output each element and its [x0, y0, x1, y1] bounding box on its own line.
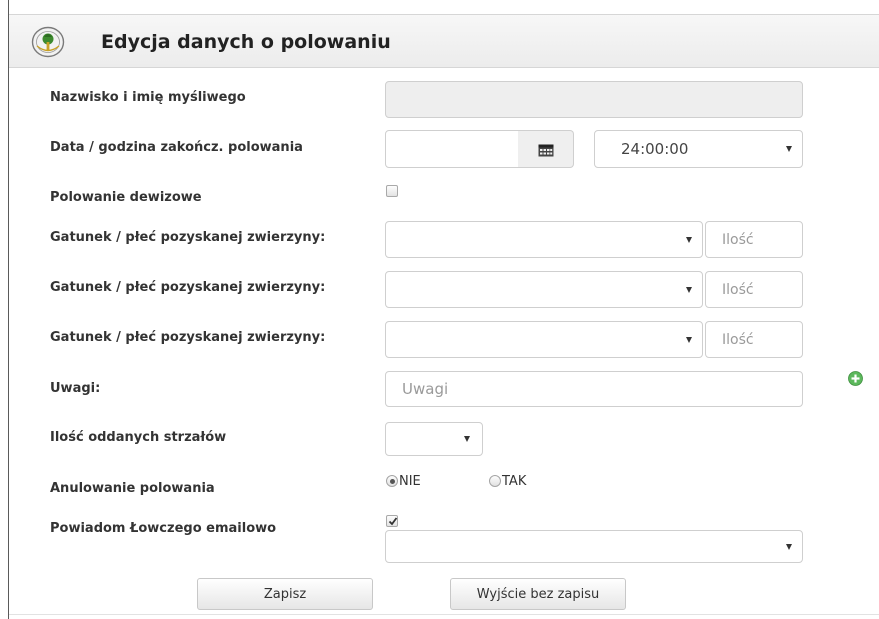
game-row-2-label: Gatunek / płeć pozyskanej zwierzyny:	[50, 280, 326, 295]
chevron-down-icon	[786, 543, 792, 550]
game-species-select-2[interactable]	[385, 271, 703, 308]
notify-recipient-select[interactable]	[385, 530, 803, 563]
end-datetime-label: Data / godzina zakończ. polowania	[50, 140, 303, 155]
notify-label: Powiadom Łowczego emailowo	[50, 521, 277, 536]
calendar-icon	[538, 144, 554, 157]
notes-label: Uwagi:	[50, 381, 101, 396]
exit-without-save-button[interactable]: Wyjście bez zapisu	[450, 578, 626, 610]
shots-select[interactable]	[385, 422, 483, 456]
plus-circle-icon[interactable]	[848, 371, 863, 386]
calendar-button[interactable]	[518, 130, 574, 168]
game-species-select-3[interactable]	[385, 321, 703, 358]
notes-input[interactable]: Uwagi	[385, 371, 803, 407]
end-date-input[interactable]	[385, 130, 519, 168]
cancel-hunt-radio-tak[interactable]	[489, 475, 501, 487]
game-row-1-label: Gatunek / płeć pozyskanej zwierzyny:	[50, 230, 326, 245]
footer-divider	[9, 614, 879, 615]
chevron-down-icon	[786, 146, 792, 152]
chevron-down-icon	[686, 336, 692, 343]
notify-checkbox[interactable]	[386, 515, 398, 527]
chevron-down-icon	[686, 286, 692, 293]
cancel-hunt-option-nie-label: NIE	[399, 474, 421, 489]
shots-label: Ilość oddanych strzałów	[50, 430, 227, 445]
cancel-hunt-radio-nie[interactable]	[386, 475, 398, 487]
hunter-name-label: Nazwisko i imię myśliwego	[50, 90, 246, 105]
foreign-hunt-checkbox[interactable]	[386, 185, 398, 197]
chevron-down-icon	[464, 436, 470, 442]
chevron-down-icon	[686, 236, 692, 243]
hunting-badge-icon	[31, 26, 65, 58]
end-time-select[interactable]: 24:00:00	[594, 130, 803, 168]
game-species-select-1[interactable]	[385, 221, 703, 258]
game-row-3-label: Gatunek / płeć pozyskanej zwierzyny:	[50, 330, 326, 345]
dialog-header: Edycja danych o polowaniu	[9, 14, 879, 68]
cancel-hunt-option-tak-label: TAK	[502, 474, 527, 489]
hunter-name-field[interactable]	[385, 81, 803, 118]
cancel-hunt-label: Anulowanie polowania	[50, 481, 215, 496]
page-title: Edycja danych o polowaniu	[101, 31, 391, 53]
save-button[interactable]: Zapisz	[197, 578, 373, 610]
game-qty-input-2[interactable]: Ilość	[705, 271, 803, 308]
checkmark-icon	[388, 517, 398, 526]
game-qty-input-1[interactable]: Ilość	[705, 221, 803, 258]
foreign-hunt-label: Polowanie dewizowe	[50, 190, 202, 205]
game-qty-input-3[interactable]: Ilość	[705, 321, 803, 358]
